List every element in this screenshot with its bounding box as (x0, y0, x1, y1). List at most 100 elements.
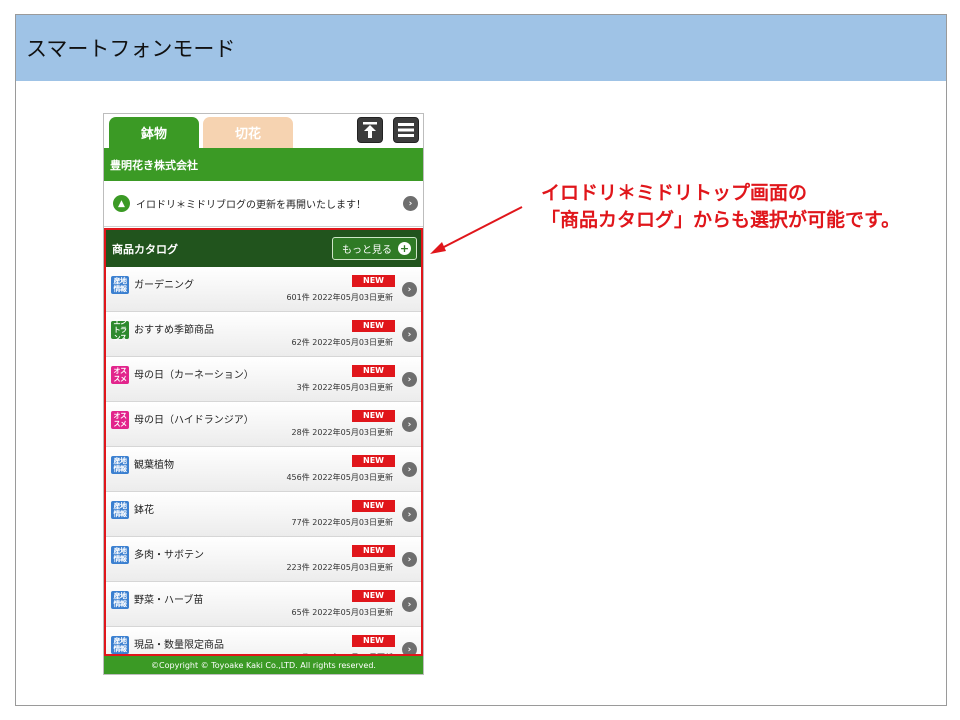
item-count: 601件 (286, 293, 310, 302)
chevron-right-icon: › (403, 196, 418, 211)
hamburger-icon (398, 123, 414, 137)
item-updated-date: 2022年05月03日更新 (312, 518, 393, 527)
catalog-item-name: 鉢花 (134, 505, 154, 516)
catalog-item-name: おすすめ季節商品 (134, 325, 214, 336)
tab-label: 切花 (234, 127, 261, 142)
callout-annotation: イロドリ＊ミドリトップ画面の 「商品カタログ」からも選択が可能です。 (541, 180, 900, 234)
new-badge: NEW (352, 590, 395, 602)
catalog-item[interactable]: 産地情報現品・数量限定商品NEW177件 2022年05月03日更新› (106, 627, 421, 654)
menu-button[interactable] (393, 117, 419, 143)
item-count: 3件 (296, 383, 310, 392)
category-badge-icon: 産地情報 (111, 591, 129, 609)
item-updated-date: 2022年05月03日更新 (312, 563, 393, 572)
catalog-item-name: 現品・数量限定商品 (134, 640, 224, 651)
new-badge: NEW (352, 500, 395, 512)
copyright-footer: ©Copyright © Toyoake Kaki Co.,LTD. All r… (104, 656, 423, 674)
item-count: 77件 (291, 518, 310, 527)
plus-icon: + (398, 242, 411, 255)
chevron-right-icon: › (402, 507, 417, 522)
item-updated-date: 2022年05月03日更新 (312, 428, 393, 437)
catalog-item[interactable]: オススメ 母の日（ハイドランジア） NEW 28件 2022年05月03日更新 › (106, 402, 421, 447)
callout-line-1: イロドリ＊ミドリトップ画面の (541, 182, 808, 204)
new-badge: NEW (352, 410, 395, 422)
catalog-item-meta: 65件 2022年05月03日更新 (292, 607, 393, 618)
catalog-item[interactable]: 産地情報 野菜・ハーブ苗 NEW 65件 2022年05月03日更新 › (106, 582, 421, 627)
item-updated-date: 2022年05月03日更新 (312, 473, 393, 482)
copyright-text: ©Copyright © Toyoake Kaki Co.,LTD. All r… (151, 660, 376, 670)
category-badge-icon: オススメ (111, 366, 129, 384)
item-count: 28件 (291, 428, 310, 437)
new-badge: NEW (352, 455, 395, 467)
item-count: 62件 (291, 338, 310, 347)
tab-potted-plants[interactable]: 鉢物 (109, 117, 199, 148)
catalog-item-meta: 28件 2022年05月03日更新 (292, 427, 393, 438)
tab-cut-flowers[interactable]: 切花 (203, 117, 293, 148)
more-button-label: もっと見る (342, 245, 392, 256)
catalog-item[interactable]: 産地情報 多肉・サボテン NEW 223件 2022年05月03日更新 › (106, 537, 421, 582)
catalog-item[interactable]: 産地情報 鉢花 NEW 77件 2022年05月03日更新 › (106, 492, 421, 537)
catalog-title: 商品カタログ (112, 242, 178, 256)
item-updated-date: 2022年05月03日更新 (312, 383, 393, 392)
company-name: 豊明花き株式会社 (110, 158, 198, 172)
new-badge: NEW (352, 365, 395, 377)
arrow-up-bar-icon (363, 122, 377, 138)
notice-text: イロドリ＊ミドリブログの更新を再開いたします！ (136, 200, 366, 211)
catalog-item-name: 多肉・サボテン (134, 550, 204, 561)
catalog-section: 商品カタログ もっと見る + 産地情報 ガーデニング NEW 601件 2022年05… (104, 228, 423, 656)
item-count: 223件 (286, 563, 310, 572)
catalog-item-name: 野菜・ハーブ苗 (134, 595, 204, 606)
item-updated-date: 2022年05月03日更新 (312, 293, 393, 302)
notice-link[interactable]: ▲ イロドリ＊ミドリブログの更新を再開いたします！ › (104, 181, 423, 227)
chevron-right-icon: › (402, 552, 417, 567)
item-updated-date: 2022年05月03日更新 (312, 338, 393, 347)
scroll-top-button[interactable] (357, 117, 383, 143)
smartphone-screen: 鉢物 切花 豊明花き株式会社 ▲ イロドリ＊ミドリブログの更新を再開いたします！… (103, 113, 424, 675)
catalog-item-meta: 77件 2022年05月03日更新 (292, 517, 393, 528)
new-badge: NEW (352, 545, 395, 557)
category-badge-icon: エントランス (111, 318, 129, 342)
slide-header: スマートフォンモード (16, 15, 946, 81)
chevron-right-icon: › (402, 462, 417, 477)
chevron-right-icon: › (402, 417, 417, 432)
more-button[interactable]: もっと見る + (332, 237, 417, 260)
category-badge-icon: 産地情報 (111, 546, 129, 564)
catalog-item[interactable]: 産地情報 ガーデニング NEW 601件 2022年05月03日更新 › (106, 267, 421, 312)
tab-label: 鉢物 (140, 127, 167, 142)
new-badge: NEW (352, 635, 395, 647)
new-badge: NEW (352, 275, 395, 287)
catalog-list: 産地情報 ガーデニング NEW 601件 2022年05月03日更新 › エントランス おす… (106, 267, 421, 654)
company-bar: 豊明花き株式会社 (104, 148, 423, 181)
catalog-item-meta: 3件 2022年05月03日更新 (297, 382, 393, 393)
chevron-right-icon: › (402, 282, 417, 297)
item-updated-date: 2022年05月03日更新 (312, 608, 393, 617)
category-badge-icon: オススメ (111, 411, 129, 429)
new-badge: NEW (352, 320, 395, 332)
catalog-item-meta: 223件 2022年05月03日更新 (286, 562, 393, 573)
callout-line-2: 「商品カタログ」からも選択が可能です。 (541, 209, 901, 231)
category-badge-icon: 産地情報 (111, 636, 129, 654)
catalog-item-meta: 601件 2022年05月03日更新 (286, 292, 393, 303)
catalog-item-name: ガーデニング (134, 280, 194, 291)
catalog-item-name: 母の日（カーネーション） (134, 370, 254, 381)
chevron-right-icon: › (402, 642, 417, 654)
chevron-right-icon: › (402, 597, 417, 612)
catalog-item-name: 母の日（ハイドランジア） (134, 415, 254, 426)
item-count: 456件 (286, 473, 310, 482)
category-badge-icon: 産地情報 (111, 456, 129, 474)
catalog-item[interactable]: 産地情報 観葉植物 NEW 456件 2022年05月03日更新 › (106, 447, 421, 492)
arrow-up-circle-icon: ▲ (113, 195, 130, 212)
callout-arrow-icon (430, 206, 523, 254)
catalog-item-meta: 456件 2022年05月03日更新 (286, 472, 393, 483)
catalog-item[interactable]: エントランス おすすめ季節商品 NEW 62件 2022年05月03日更新 › (106, 312, 421, 357)
catalog-item[interactable]: オススメ 母の日（カーネーション） NEW 3件 2022年05月03日更新 › (106, 357, 421, 402)
catalog-item-meta: 62件 2022年05月03日更新 (292, 337, 393, 348)
slide-title: スマートフォンモード (26, 37, 236, 61)
catalog-header: 商品カタログ もっと見る + (106, 230, 421, 267)
category-badge-icon: 産地情報 (111, 501, 129, 519)
tab-bar: 鉢物 切花 (104, 114, 423, 148)
catalog-item-name: 観葉植物 (134, 460, 174, 471)
category-badge-icon: 産地情報 (111, 276, 129, 294)
item-count: 65件 (291, 608, 310, 617)
chevron-right-icon: › (402, 327, 417, 342)
chevron-right-icon: › (402, 372, 417, 387)
